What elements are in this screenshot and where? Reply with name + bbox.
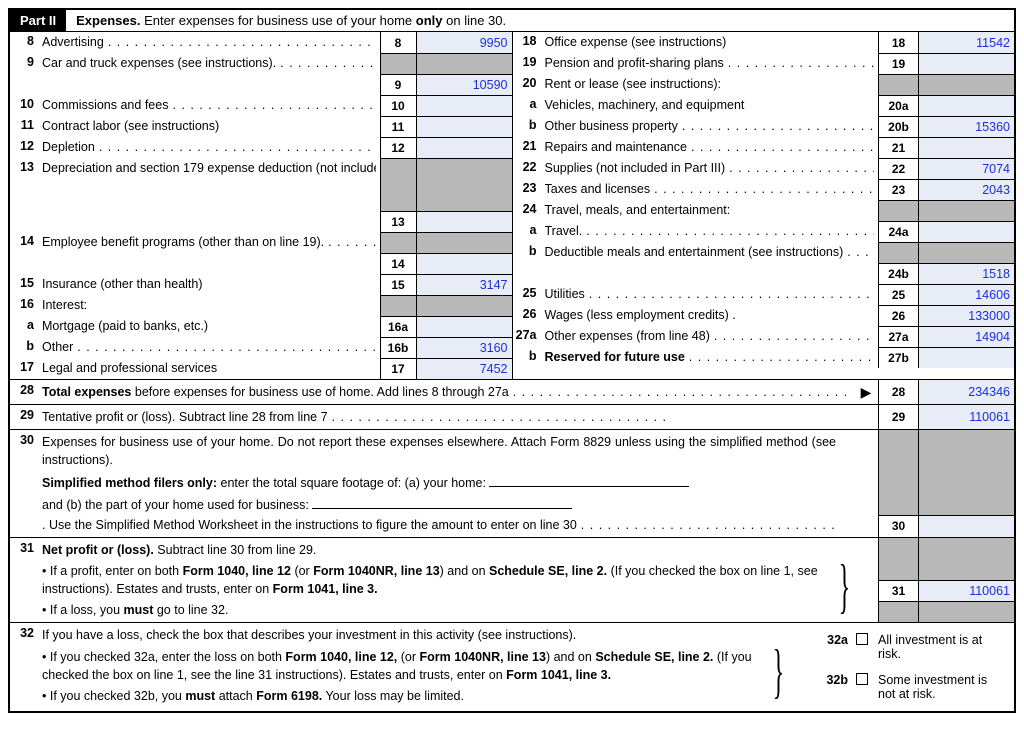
line-25: 25Utilities2514606: [513, 284, 1015, 305]
line-14-value[interactable]: [416, 232, 512, 274]
line-15-value[interactable]: 3147: [416, 274, 512, 295]
line-27b: bReserved for future use27b: [513, 347, 1015, 368]
arrow-icon: ▶: [854, 380, 878, 404]
line-27b-value[interactable]: [918, 347, 1014, 368]
line-16: 16Interest:: [10, 295, 512, 316]
line-13-value[interactable]: [416, 158, 512, 232]
line-31-box-area: 31: [878, 538, 918, 623]
line-12: 12Depletion12: [10, 137, 512, 158]
part-tag: Part II: [10, 10, 66, 31]
part-title: Expenses. Enter expenses for business us…: [66, 13, 506, 28]
line-16-value: [416, 295, 512, 316]
line-23: 23Taxes and licenses232043: [513, 179, 1015, 200]
line-15: 15Insurance (other than health)153147: [10, 274, 512, 295]
line-16a: aMortgage (paid to banks, etc.)16a: [10, 316, 512, 337]
expense-columns: 8Advertising899509Car and truck expenses…: [10, 32, 1014, 379]
line-27a-value[interactable]: 14904: [918, 326, 1014, 347]
line-29-value[interactable]: 110061: [918, 405, 1014, 429]
line-19: 19Pension and profit-sharing plans19: [513, 53, 1015, 74]
line-13: 13Depreciation and section 179 expense d…: [10, 158, 512, 232]
line-14: 14Employee benefit programs (other than …: [10, 232, 512, 274]
line-20a-value[interactable]: [918, 95, 1014, 116]
line-20b: bOther business property20b15360: [513, 116, 1015, 137]
line-18-value[interactable]: 11542: [918, 32, 1014, 53]
line-25-value[interactable]: 14606: [918, 284, 1014, 305]
line-10: 10Commissions and fees10: [10, 95, 512, 116]
line-21: 21Repairs and maintenance21: [513, 137, 1015, 158]
line-31-value[interactable]: 110061: [919, 580, 1014, 602]
line-29-box: 29: [878, 405, 918, 429]
line-28-value[interactable]: 234346: [918, 380, 1014, 404]
line-10-value[interactable]: [416, 95, 512, 116]
line-23-value[interactable]: 2043: [918, 179, 1014, 200]
line-22: 22Supplies (not included in Part III)227…: [513, 158, 1015, 179]
line-26: 26Wages (less employment credits) .26133…: [513, 305, 1015, 326]
checkbox-32b[interactable]: [856, 673, 868, 685]
home-sqft-input[interactable]: [489, 474, 689, 487]
line-27a: 27aOther expenses (from line 48)27a14904: [513, 326, 1015, 347]
schedule-c-part-ii: Part II Expenses. Enter expenses for bus…: [8, 8, 1016, 713]
brace-icon: }: [773, 653, 785, 689]
line-30: 30 Expenses for business use of your hom…: [10, 429, 1014, 537]
line-16b-value[interactable]: 3160: [416, 337, 512, 358]
line-9: 9Car and truck expenses (see instruction…: [10, 53, 512, 95]
line-17-value[interactable]: 7452: [416, 358, 512, 379]
line-24a-value[interactable]: [918, 221, 1014, 242]
line-9-value[interactable]: 10590: [416, 53, 512, 95]
business-sqft-input[interactable]: [312, 496, 572, 509]
line-24b: bDeductible meals and entertainment (see…: [513, 242, 1015, 284]
line-24-value: [918, 200, 1014, 221]
line-19-value[interactable]: [918, 53, 1014, 74]
line-22-value[interactable]: 7074: [918, 158, 1014, 179]
line-20: 20Rent or lease (see instructions):: [513, 74, 1015, 95]
line-31-value-area: 110061: [918, 538, 1014, 623]
line-26-value[interactable]: 133000: [918, 305, 1014, 326]
line-16b: bOther16b3160: [10, 337, 512, 358]
line-28: 28 Total expenses before expenses for bu…: [10, 379, 1014, 404]
line-30-value-area: [918, 430, 1014, 537]
line-31: 31 Net profit or (loss). Subtract line 3…: [10, 537, 1014, 623]
line-21-value[interactable]: [918, 137, 1014, 158]
line-18: 18Office expense (see instructions)18115…: [513, 32, 1015, 53]
line-17: 17Legal and professional services177452: [10, 358, 512, 379]
line-28-box: 28: [878, 380, 918, 404]
line-32: 32 If you have a loss, check the box tha…: [10, 622, 1014, 711]
line-24a: aTravel.24a: [513, 221, 1015, 242]
line-20b-value[interactable]: 15360: [918, 116, 1014, 137]
line-24: 24Travel, meals, and entertainment:: [513, 200, 1015, 221]
part-header: Part II Expenses. Enter expenses for bus…: [10, 10, 1014, 32]
line-24b-value[interactable]: 1518: [918, 242, 1014, 284]
line-30-value[interactable]: [919, 515, 1014, 537]
line-11-value[interactable]: [416, 116, 512, 137]
checkbox-32a[interactable]: [856, 633, 868, 645]
line-20a: aVehicles, machinery, and equipment20a: [513, 95, 1015, 116]
line-8: 8Advertising89950: [10, 32, 512, 53]
line-29: 29 Tentative profit or (loss). Subtract …: [10, 404, 1014, 429]
brace-icon: }: [839, 568, 851, 604]
line-20-value: [918, 74, 1014, 95]
line-11: 11Contract labor (see instructions)11: [10, 116, 512, 137]
left-column: 8Advertising899509Car and truck expenses…: [10, 32, 513, 379]
line-8-value[interactable]: 9950: [416, 32, 512, 53]
line-32-options: 32a All investment is at risk. 32b Some …: [814, 623, 1014, 711]
line-12-value[interactable]: [416, 137, 512, 158]
line-16a-value[interactable]: [416, 316, 512, 337]
line-30-box-area: 30: [878, 430, 918, 537]
right-column: 18Office expense (see instructions)18115…: [513, 32, 1015, 379]
